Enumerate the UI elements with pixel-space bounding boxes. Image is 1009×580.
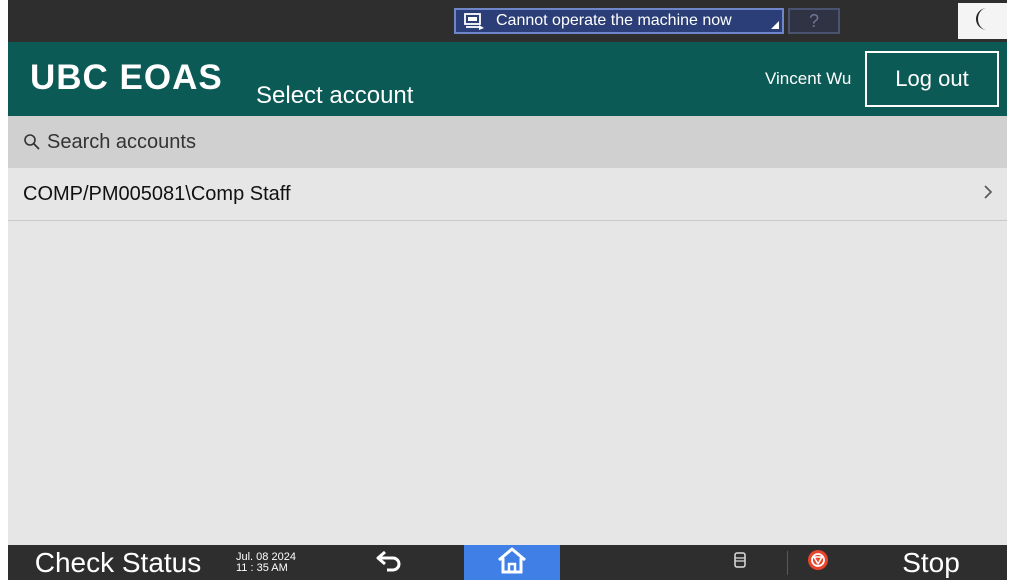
- date-text: Jul. 08 2024: [236, 550, 296, 563]
- sd-card-icon: [734, 552, 746, 573]
- check-status-button[interactable]: Check Status: [8, 545, 228, 580]
- page-title: Select account: [256, 82, 414, 109]
- night-mode-icon: [973, 6, 993, 37]
- bottom-bar: Check Status Jul. 08 2024 11 : 35 AM Sto…: [8, 545, 1007, 580]
- stop-icon: [807, 549, 829, 576]
- back-icon: [375, 548, 405, 577]
- machine-message-button[interactable]: Cannot operate the machine now: [454, 8, 784, 34]
- account-label: COMP/PM005081\Comp Staff: [23, 182, 291, 205]
- screen: Cannot operate the machine now ? UBC EOA…: [8, 0, 1007, 580]
- app-brand: UBC EOAS: [30, 58, 223, 97]
- date-time: Jul. 08 2024 11 : 35 AM: [236, 545, 316, 580]
- divider: [787, 551, 788, 575]
- search-input[interactable]: [47, 130, 647, 154]
- home-icon: [496, 546, 528, 579]
- app-header: UBC EOAS Select account Vincent Wu Log o…: [8, 42, 1007, 116]
- expand-corner-icon: [771, 21, 779, 29]
- help-button[interactable]: ?: [788, 8, 840, 34]
- time-text: 11 : 35 AM: [236, 561, 288, 574]
- stop-icon-button[interactable]: [798, 545, 838, 580]
- back-button[interactable]: [350, 545, 430, 580]
- logout-button[interactable]: Log out: [865, 51, 999, 107]
- chevron-right-icon: [983, 183, 993, 206]
- stop-button[interactable]: Stop: [876, 545, 986, 580]
- user-name: Vincent Wu: [765, 69, 852, 88]
- night-mode-button[interactable]: [958, 3, 1007, 39]
- sd-card-indicator: [720, 545, 760, 580]
- search-bar: [8, 116, 1007, 168]
- status-bar: Cannot operate the machine now ?: [8, 0, 1007, 42]
- account-list: COMP/PM005081\Comp Staff: [8, 168, 1007, 221]
- search-icon: [23, 133, 41, 151]
- account-list-item[interactable]: COMP/PM005081\Comp Staff: [8, 168, 1007, 221]
- home-button[interactable]: [464, 545, 560, 580]
- device-status-icon: [460, 10, 490, 32]
- machine-message-text: Cannot operate the machine now: [496, 12, 732, 29]
